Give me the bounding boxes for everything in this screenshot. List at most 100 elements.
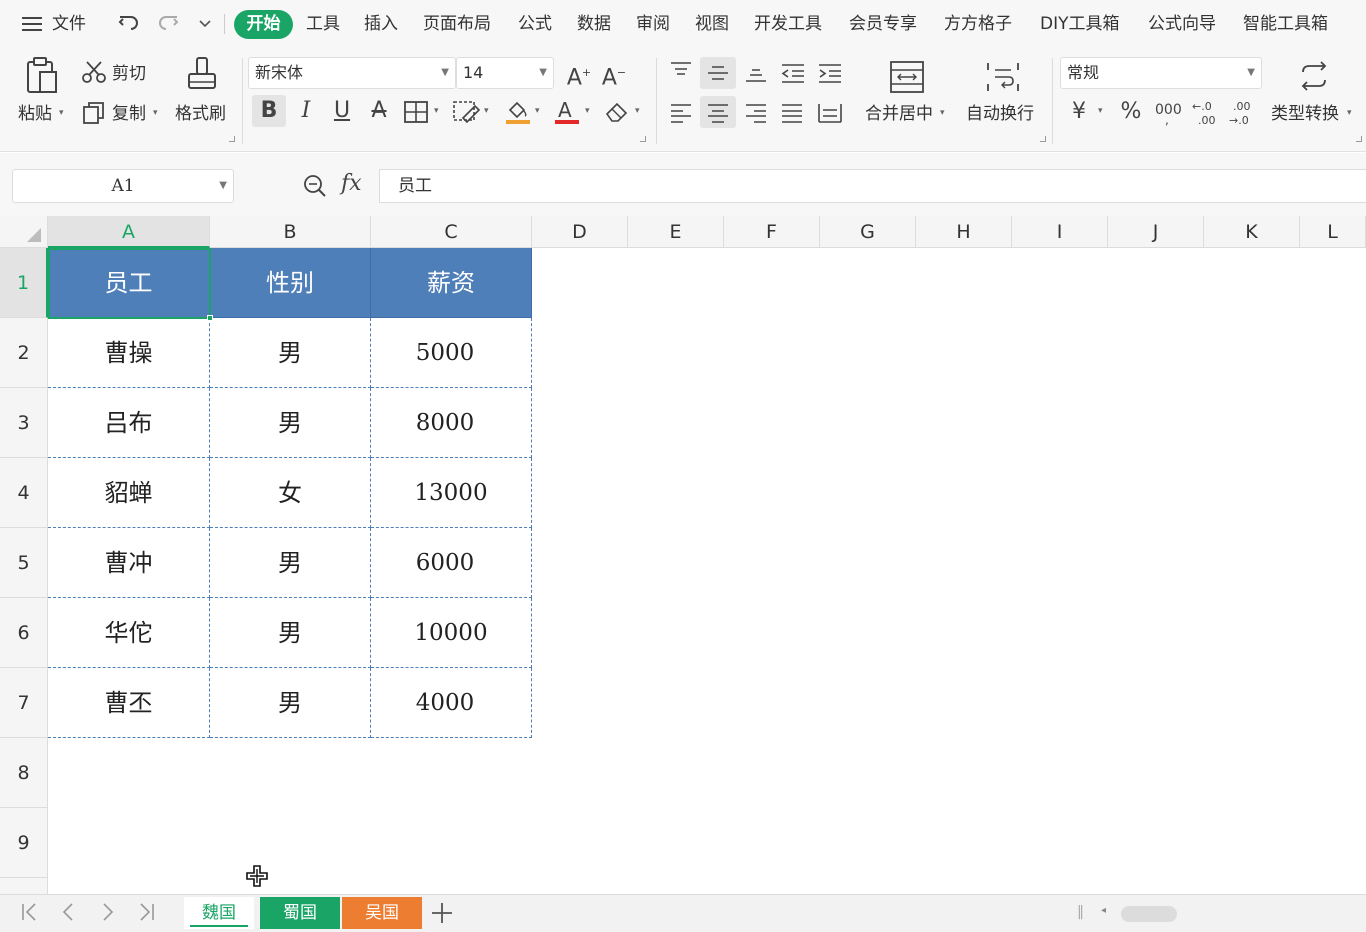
hamburger-menu-icon[interactable]: [22, 12, 42, 36]
table-cell[interactable]: 男: [210, 318, 371, 388]
format-painter-button[interactable]: 格式刷: [175, 104, 226, 124]
tab-formulas[interactable]: 公式: [518, 12, 552, 36]
tab-member[interactable]: 会员专享: [849, 12, 917, 36]
font-name-select[interactable]: 新宋体 ▼: [248, 57, 456, 89]
table-cell[interactable]: 曹操: [48, 318, 210, 388]
fill-color-icon[interactable]: [504, 98, 532, 130]
tab-formula-wizard[interactable]: 公式向导: [1148, 12, 1216, 36]
increase-indent-icon[interactable]: [817, 62, 843, 88]
cell-c1-salary-header[interactable]: 薪资: [371, 248, 532, 318]
strikethrough-icon[interactable]: A: [366, 98, 392, 124]
column-header-i[interactable]: I: [1012, 216, 1108, 248]
copy-icon[interactable]: [82, 101, 106, 129]
cell-b1-gender-header[interactable]: 性别: [210, 248, 371, 318]
clipboard-group-launcher[interactable]: [229, 136, 235, 142]
redo-icon[interactable]: [156, 10, 180, 34]
decrease-indent-icon[interactable]: [780, 62, 806, 88]
table-cell[interactable]: 4000: [371, 668, 532, 738]
column-header-d[interactable]: D: [532, 216, 628, 248]
increase-font-size-icon[interactable]: A+: [565, 60, 593, 91]
active-cell-selection[interactable]: [48, 248, 213, 321]
scrollbar-thumb[interactable]: [1121, 906, 1177, 922]
row-header-5[interactable]: 5: [0, 528, 48, 598]
file-menu[interactable]: 文件: [52, 12, 86, 36]
name-box[interactable]: A1 ▼: [12, 169, 234, 203]
paste-dropdown-icon[interactable]: ▾: [59, 108, 64, 118]
scroll-left-icon[interactable]: ◂: [1101, 905, 1106, 916]
alignment-group-launcher[interactable]: [1040, 136, 1046, 142]
paste-icon[interactable]: [24, 56, 60, 100]
number-format-select[interactable]: 常规 ▼: [1060, 57, 1262, 89]
formula-input[interactable]: 员工: [379, 169, 1366, 203]
function-icon[interactable]: fx: [341, 171, 362, 196]
thousands-separator-icon[interactable]: 000,: [1154, 100, 1182, 130]
fill-handle[interactable]: [207, 315, 213, 321]
column-header-l[interactable]: L: [1300, 216, 1366, 248]
tab-data[interactable]: 数据: [577, 12, 611, 36]
font-color-dropdown-icon[interactable]: ▾: [585, 106, 590, 116]
table-cell[interactable]: 曹冲: [48, 528, 210, 598]
align-bottom-icon[interactable]: [744, 62, 768, 88]
eraser-icon[interactable]: [604, 100, 632, 128]
row-header-10[interactable]: [0, 878, 48, 894]
align-right-icon[interactable]: [744, 102, 768, 128]
table-cell[interactable]: 男: [210, 388, 371, 458]
table-cell[interactable]: 吕布: [48, 388, 210, 458]
table-cell[interactable]: 女: [210, 458, 371, 528]
sheet-tab-wei[interactable]: 魏国: [184, 897, 254, 929]
table-cell[interactable]: 13000: [371, 458, 532, 528]
tab-fangfang-grid[interactable]: 方方格子: [944, 12, 1012, 36]
column-header-j[interactable]: J: [1108, 216, 1204, 248]
column-header-b[interactable]: B: [210, 216, 371, 248]
table-cell[interactable]: 华佗: [48, 598, 210, 668]
borders-icon[interactable]: [404, 101, 428, 127]
increase-decimal-icon[interactable]: ←.0.00: [1192, 98, 1220, 130]
row-header-2[interactable]: 2: [0, 318, 48, 388]
table-cell[interactable]: 男: [210, 528, 371, 598]
column-header-e[interactable]: E: [628, 216, 724, 248]
row-header-6[interactable]: 6: [0, 598, 48, 668]
cell-style-dropdown-icon[interactable]: ▾: [484, 106, 489, 116]
row-header-8[interactable]: 8: [0, 738, 48, 808]
tab-home[interactable]: 开始: [234, 10, 293, 39]
tab-diy-toolbox[interactable]: DIY工具箱: [1040, 12, 1120, 36]
previous-sheet-icon[interactable]: [60, 900, 76, 931]
decrease-decimal-icon[interactable]: .00 →.0: [1229, 98, 1257, 130]
table-cell[interactable]: 10000: [371, 598, 532, 668]
eraser-dropdown-icon[interactable]: ▾: [635, 106, 640, 116]
row-header-1[interactable]: 1: [0, 248, 48, 318]
column-header-g[interactable]: G: [820, 216, 916, 248]
fill-color-dropdown-icon[interactable]: ▾: [535, 106, 540, 116]
first-sheet-icon[interactable]: [20, 900, 40, 931]
horizontal-scrollbar[interactable]: ‖ ◂: [1077, 904, 1366, 924]
column-header-k[interactable]: K: [1204, 216, 1300, 248]
row-header-7[interactable]: 7: [0, 668, 48, 738]
wrap-text-button[interactable]: 自动换行: [966, 104, 1034, 124]
currency-dropdown-icon[interactable]: ▾: [1098, 106, 1103, 116]
table-cell[interactable]: 貂蝉: [48, 458, 210, 528]
font-size-select[interactable]: 14 ▼: [456, 57, 554, 89]
italic-icon[interactable]: I: [293, 98, 319, 124]
table-cell[interactable]: 曹丕: [48, 668, 210, 738]
percent-icon[interactable]: %: [1118, 99, 1144, 125]
table-cell[interactable]: 男: [210, 598, 371, 668]
tab-view[interactable]: 视图: [695, 12, 729, 36]
select-all-corner[interactable]: [0, 216, 48, 248]
column-header-h[interactable]: H: [916, 216, 1012, 248]
sheet-tab-wu[interactable]: 吴国: [342, 897, 422, 929]
table-cell[interactable]: 5000: [371, 318, 532, 388]
borders-dropdown-icon[interactable]: ▾: [434, 106, 439, 116]
type-convert-icon[interactable]: [1297, 60, 1331, 96]
justify-icon[interactable]: [780, 102, 804, 128]
font-color-icon[interactable]: A: [553, 98, 581, 130]
merge-center-dropdown-icon[interactable]: ▾: [940, 108, 945, 118]
number-group-launcher[interactable]: [1356, 136, 1362, 142]
cut-button[interactable]: 剪切: [112, 64, 146, 84]
format-painter-icon[interactable]: [186, 56, 218, 100]
merge-center-icon[interactable]: [889, 60, 925, 98]
wrap-text-icon[interactable]: [985, 60, 1021, 98]
paste-button[interactable]: 粘贴: [18, 104, 52, 124]
scroll-split-handle-icon[interactable]: ‖: [1077, 904, 1084, 920]
underline-icon[interactable]: U: [329, 98, 355, 124]
row-header-3[interactable]: 3: [0, 388, 48, 458]
